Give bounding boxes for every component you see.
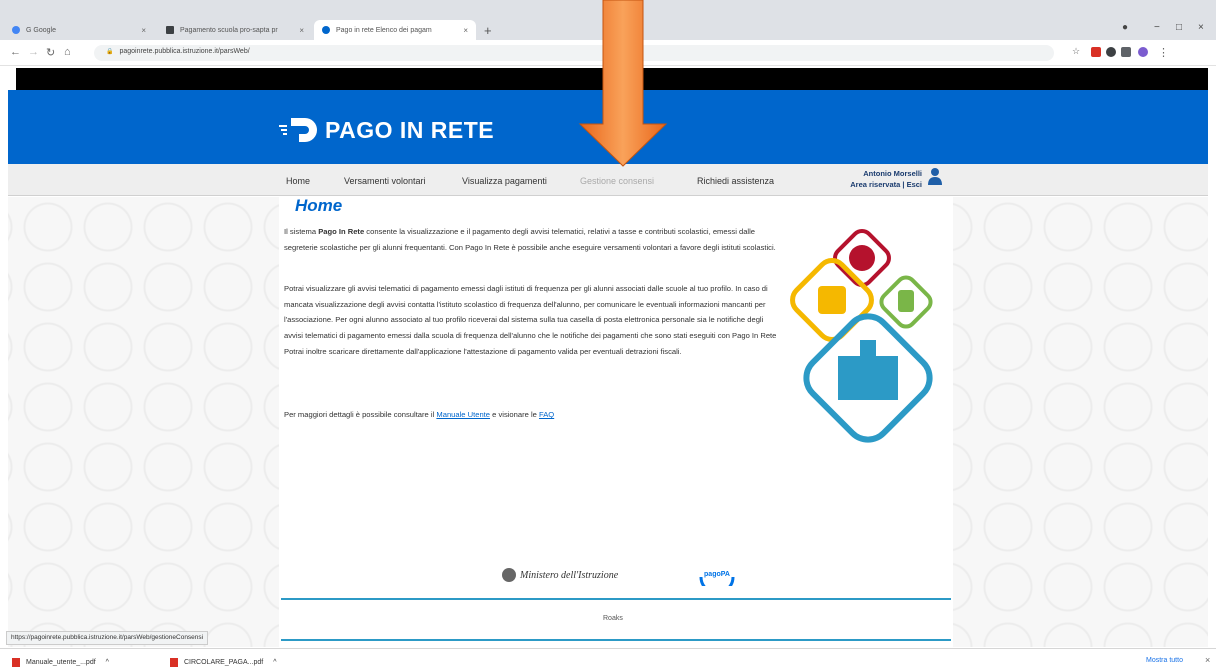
details-paragraph: Potrai visualizzare gli avvisi telematic… xyxy=(284,284,777,356)
browser-tab-google[interactable]: G Google × xyxy=(4,20,154,40)
address-bar[interactable]: 🔒 pagoinrete.pubblica.istruzione.it/pars… xyxy=(94,45,1054,61)
download-filename: Manuale_utente_...pdf xyxy=(26,659,96,666)
chevron-up-icon[interactable]: ^ xyxy=(106,659,109,666)
show-all-downloads-button[interactable]: Mostra tutto xyxy=(1146,657,1183,664)
help-prefix: Per maggiori dettagli è possibile consul… xyxy=(284,410,437,419)
site-header xyxy=(8,90,1208,164)
home-icon[interactable]: ⌂ xyxy=(64,46,71,58)
maximize-button[interactable]: □ xyxy=(1176,22,1182,33)
close-tab-icon[interactable]: × xyxy=(293,26,304,35)
tab-label: Pagamento scuola pro-sapta pr xyxy=(180,26,278,34)
letterbox-bar xyxy=(16,68,1208,90)
user-name: Antonio Morselli xyxy=(863,169,922,178)
pagopa-logo[interactable]: pagoPA xyxy=(697,568,737,586)
bookmark-star-icon[interactable]: ☆ xyxy=(1072,46,1080,57)
lock-icon: 🔒 xyxy=(106,49,114,55)
user-area-link[interactable]: Area riservata | Esci xyxy=(818,179,922,190)
intro-bold: Pago In Rete xyxy=(318,227,365,236)
close-tab-icon[interactable]: × xyxy=(135,26,146,35)
status-url: https://pagoinrete.pubblica.istruzione.i… xyxy=(6,631,209,645)
pago-logo-icon xyxy=(279,118,317,142)
user-icon[interactable] xyxy=(927,167,943,185)
footer-divider-bottom xyxy=(281,639,951,641)
nav-richiedi-assistenza[interactable]: Richiedi assistenza xyxy=(697,176,774,186)
google-favicon-icon xyxy=(12,26,20,34)
tab-label: G Google xyxy=(26,26,56,34)
browser-tab-pagamento[interactable]: Pagamento scuola pro-sapta pr × xyxy=(158,20,312,40)
download-item[interactable]: CIRCOLARE_PAGA...pdf ^ xyxy=(170,658,277,667)
user-info: Antonio Morselli Area riservata | Esci xyxy=(818,168,922,190)
school-services-illustration xyxy=(790,229,933,443)
forward-icon[interactable]: → xyxy=(28,46,39,58)
footer-divider xyxy=(281,598,951,600)
tab-label: Pago in rete Elenco dei pagam xyxy=(336,26,432,34)
nav-home[interactable]: Home xyxy=(286,176,310,186)
close-tab-icon[interactable]: × xyxy=(457,26,468,35)
site-logo[interactable]: PAGO IN RETE xyxy=(277,116,494,144)
footer-text: Roaks xyxy=(603,615,623,622)
logo-text: PAGO IN RETE xyxy=(325,116,495,143)
manual-link[interactable]: Manuale Utente xyxy=(436,410,490,419)
profile-icon[interactable]: ● xyxy=(1122,22,1128,33)
close-downloads-icon[interactable]: × xyxy=(1205,655,1210,665)
download-filename: CIRCOLARE_PAGA...pdf xyxy=(184,659,264,666)
ministry-name: Ministero dell'Istruzione xyxy=(520,569,619,581)
page-title: Home xyxy=(295,196,343,215)
pdf-file-icon xyxy=(12,658,20,667)
reload-icon[interactable]: ↻ xyxy=(46,46,55,59)
help-paragraph: Per maggiori dettagli è possibile consul… xyxy=(284,407,784,423)
address-url: pagoinrete.pubblica.istruzione.it/parsWe… xyxy=(119,48,250,55)
pagopa-label: pagoPA xyxy=(704,571,730,578)
chevron-up-icon[interactable]: ^ xyxy=(273,659,276,666)
puzzle-extension-icon[interactable] xyxy=(1121,47,1131,57)
ministry-logo[interactable]: Ministero dell'Istruzione xyxy=(502,568,618,582)
intro-prefix: Il sistema xyxy=(284,227,319,236)
intro-paragraph: Il sistema Pago In Rete consente la visu… xyxy=(284,224,784,255)
faq-link[interactable]: FAQ xyxy=(539,410,554,419)
pdf-file-icon xyxy=(170,658,178,667)
close-window-button[interactable]: × xyxy=(1198,22,1204,33)
emblem-icon xyxy=(502,568,516,582)
nav-gestione-consensi[interactable]: Gestione consensi xyxy=(580,176,654,186)
pdf-extension-icon[interactable] xyxy=(1091,47,1101,57)
back-icon[interactable]: ← xyxy=(10,46,21,58)
new-tab-button[interactable]: + xyxy=(484,23,492,38)
browser-tab-pagoinrete[interactable]: Pago in rete Elenco dei pagam × xyxy=(314,20,476,40)
pagoinrete-favicon-icon xyxy=(322,26,330,34)
minimize-button[interactable]: − xyxy=(1154,22,1160,33)
nav-versamenti-volontari[interactable]: Versamenti volontari xyxy=(344,176,426,186)
download-item[interactable]: Manuale_utente_...pdf ^ xyxy=(12,658,109,667)
menu-icon[interactable]: ⋮ xyxy=(1158,46,1169,59)
nav-visualizza-pagamenti[interactable]: Visualizza pagamenti xyxy=(462,176,547,186)
avatar[interactable] xyxy=(1138,47,1148,57)
document-favicon-icon xyxy=(166,26,174,34)
extension-icon[interactable] xyxy=(1106,47,1116,57)
help-mid: e visionare le xyxy=(490,410,539,419)
